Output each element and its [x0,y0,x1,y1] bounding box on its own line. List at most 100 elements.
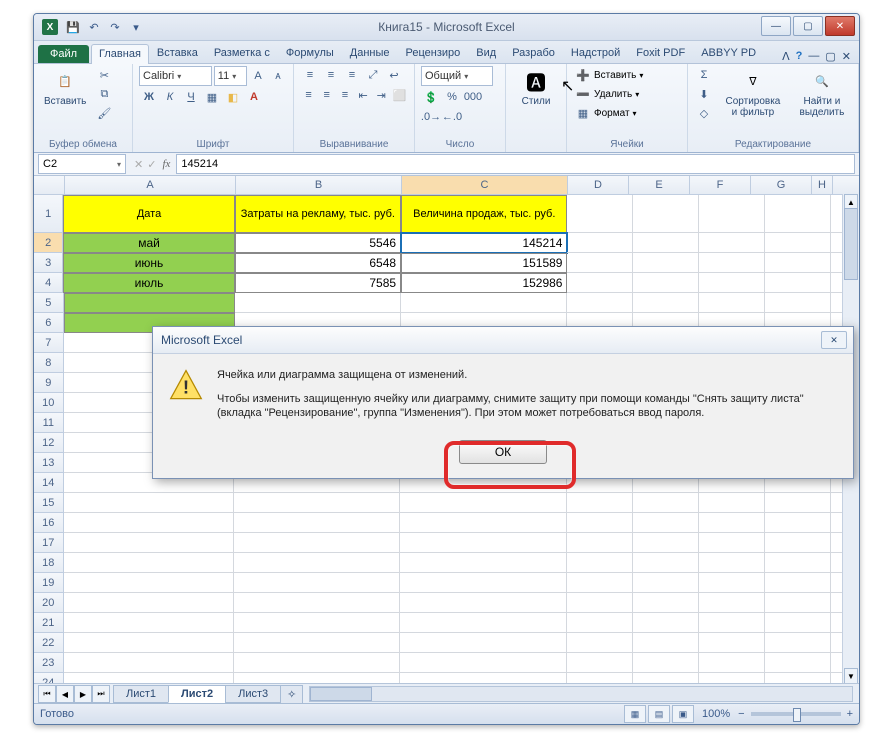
comma-icon[interactable]: 000 [463,88,483,106]
row-header-22[interactable]: 22 [34,633,64,653]
scroll-down-icon[interactable]: ▼ [844,668,858,684]
decrease-decimal-icon[interactable]: ←.0 [442,108,462,126]
orientation-icon[interactable]: ⤢ [363,66,383,84]
doc-minimize-icon[interactable]: — [808,50,819,63]
font-color-icon[interactable]: A [244,88,264,106]
align-bottom-icon[interactable]: ≡ [342,66,362,84]
minimize-ribbon-icon[interactable]: ᐱ [782,50,790,63]
col-header-F[interactable]: F [690,176,751,194]
sheet-nav-last-icon[interactable]: ⏭ [92,685,110,703]
align-right-icon[interactable]: ≡ [336,86,353,104]
cell-A4[interactable]: июль [63,273,234,293]
indent-increase-icon[interactable]: ⇥ [373,86,390,104]
cell-C2[interactable]: 145214 [401,233,567,253]
col-header-E[interactable]: E [629,176,690,194]
copy-icon[interactable]: ⧉ [94,85,114,103]
row-header-23[interactable]: 23 [34,653,64,673]
cell-C1[interactable]: Величина продаж, тыс. руб. [401,195,567,233]
col-header-D[interactable]: D [568,176,629,194]
scroll-thumb[interactable] [844,208,858,280]
name-box[interactable]: C2▾ [38,154,126,174]
align-top-icon[interactable]: ≡ [300,66,320,84]
tab-foxit[interactable]: Foxit PDF [628,43,693,63]
tab-layout[interactable]: Разметка с [206,43,278,63]
close-button[interactable]: ✕ [825,16,855,36]
align-left-icon[interactable]: ≡ [300,86,317,104]
zoom-out-icon[interactable]: − [738,708,744,720]
confirm-entry-icon[interactable]: ✓ [147,158,156,171]
currency-icon[interactable]: 💲 [421,88,441,106]
col-header-B[interactable]: B [236,176,402,194]
sheet-tab-1[interactable]: Лист1 [113,685,169,703]
sort-filter-button[interactable]: ᐁ Сортировка и фильтр [718,66,788,120]
normal-view-icon[interactable]: ▦ [624,705,646,723]
cell-B3[interactable]: 6548 [235,253,401,273]
cell-A5[interactable] [64,293,236,313]
cell-B1[interactable]: Затраты на рекламу, тыс. руб. [235,195,401,233]
font-size-combo[interactable]: 11▾ [214,66,247,86]
cell-C3[interactable]: 151589 [401,253,567,273]
indent-decrease-icon[interactable]: ⇤ [355,86,372,104]
cell-B4[interactable]: 7585 [235,273,401,293]
tab-data[interactable]: Данные [342,43,398,63]
col-header-C[interactable]: C [402,176,568,194]
font-name-combo[interactable]: Calibri▾ [139,66,212,86]
row-header-5[interactable]: 5 [34,293,64,313]
tab-abbyy[interactable]: ABBYY PD [693,43,764,63]
row-header-2[interactable]: 2 [34,233,63,253]
page-layout-view-icon[interactable]: ▤ [648,705,670,723]
autosum-icon[interactable]: Σ [694,66,714,84]
paste-button[interactable]: 📋 Вставить [40,66,90,109]
row-header-1[interactable]: 1 [34,195,63,233]
delete-cells-icon[interactable]: ➖ [573,85,593,103]
save-icon[interactable]: 💾 [64,18,82,36]
row-header-8[interactable]: 8 [34,353,64,373]
clear-icon[interactable]: ◇ [694,104,714,122]
row-header-14[interactable]: 14 [34,473,64,493]
redo-icon[interactable]: ↷ [106,18,124,36]
formula-input[interactable]: 145214 [176,154,855,174]
italic-icon[interactable]: К [160,88,180,106]
row-header-12[interactable]: 12 [34,433,64,453]
cell-A3[interactable]: июнь [63,253,234,273]
cut-icon[interactable]: ✂ [94,66,114,84]
cell-B2[interactable]: 5546 [235,233,401,253]
maximize-button[interactable]: ▢ [793,16,823,36]
undo-icon[interactable]: ↶ [85,18,103,36]
insert-cells-icon[interactable]: ➕ [573,66,593,84]
number-format-combo[interactable]: Общий▾ [421,66,493,86]
tab-developer[interactable]: Разрабо [504,43,563,63]
find-select-button[interactable]: 🔍 Найти и выделить [792,66,852,120]
tab-insert[interactable]: Вставка [149,43,206,63]
ok-button[interactable]: ОК [459,440,547,464]
tab-review[interactable]: Рецензиро [398,43,469,63]
help-icon[interactable]: ? [796,50,803,63]
row-header-7[interactable]: 7 [34,333,64,353]
row-header-17[interactable]: 17 [34,533,64,553]
new-sheet-button[interactable]: ✧ [280,685,303,704]
doc-close-icon[interactable]: ✕ [842,50,851,63]
merge-icon[interactable]: ⬜ [391,86,408,104]
zoom-level[interactable]: 100% [702,708,730,720]
insert-cells-label[interactable]: Вставить [594,70,636,81]
tab-home[interactable]: Главная [91,44,149,64]
percent-icon[interactable]: % [442,88,462,106]
row-header-19[interactable]: 19 [34,573,64,593]
fill-color-icon[interactable]: ◧ [223,88,243,106]
underline-icon[interactable]: Ч [181,88,201,106]
format-cells-label[interactable]: Формат [594,108,630,119]
delete-cells-label[interactable]: Удалить [594,89,632,100]
border-icon[interactable]: ▦ [202,88,222,106]
tab-addins[interactable]: Надстрой [563,43,628,63]
decrease-font-icon[interactable]: ᴀ [269,67,287,85]
row-header-11[interactable]: 11 [34,413,64,433]
row-header-16[interactable]: 16 [34,513,64,533]
doc-restore-icon[interactable]: ▢ [825,50,835,63]
cell-A2[interactable]: май [63,233,234,253]
align-middle-icon[interactable]: ≡ [321,66,341,84]
zoom-in-icon[interactable]: + [847,708,853,720]
row-header-10[interactable]: 10 [34,393,64,413]
row-header-3[interactable]: 3 [34,253,63,273]
cancel-entry-icon[interactable]: ✕ [134,158,143,171]
row-header-20[interactable]: 20 [34,593,64,613]
